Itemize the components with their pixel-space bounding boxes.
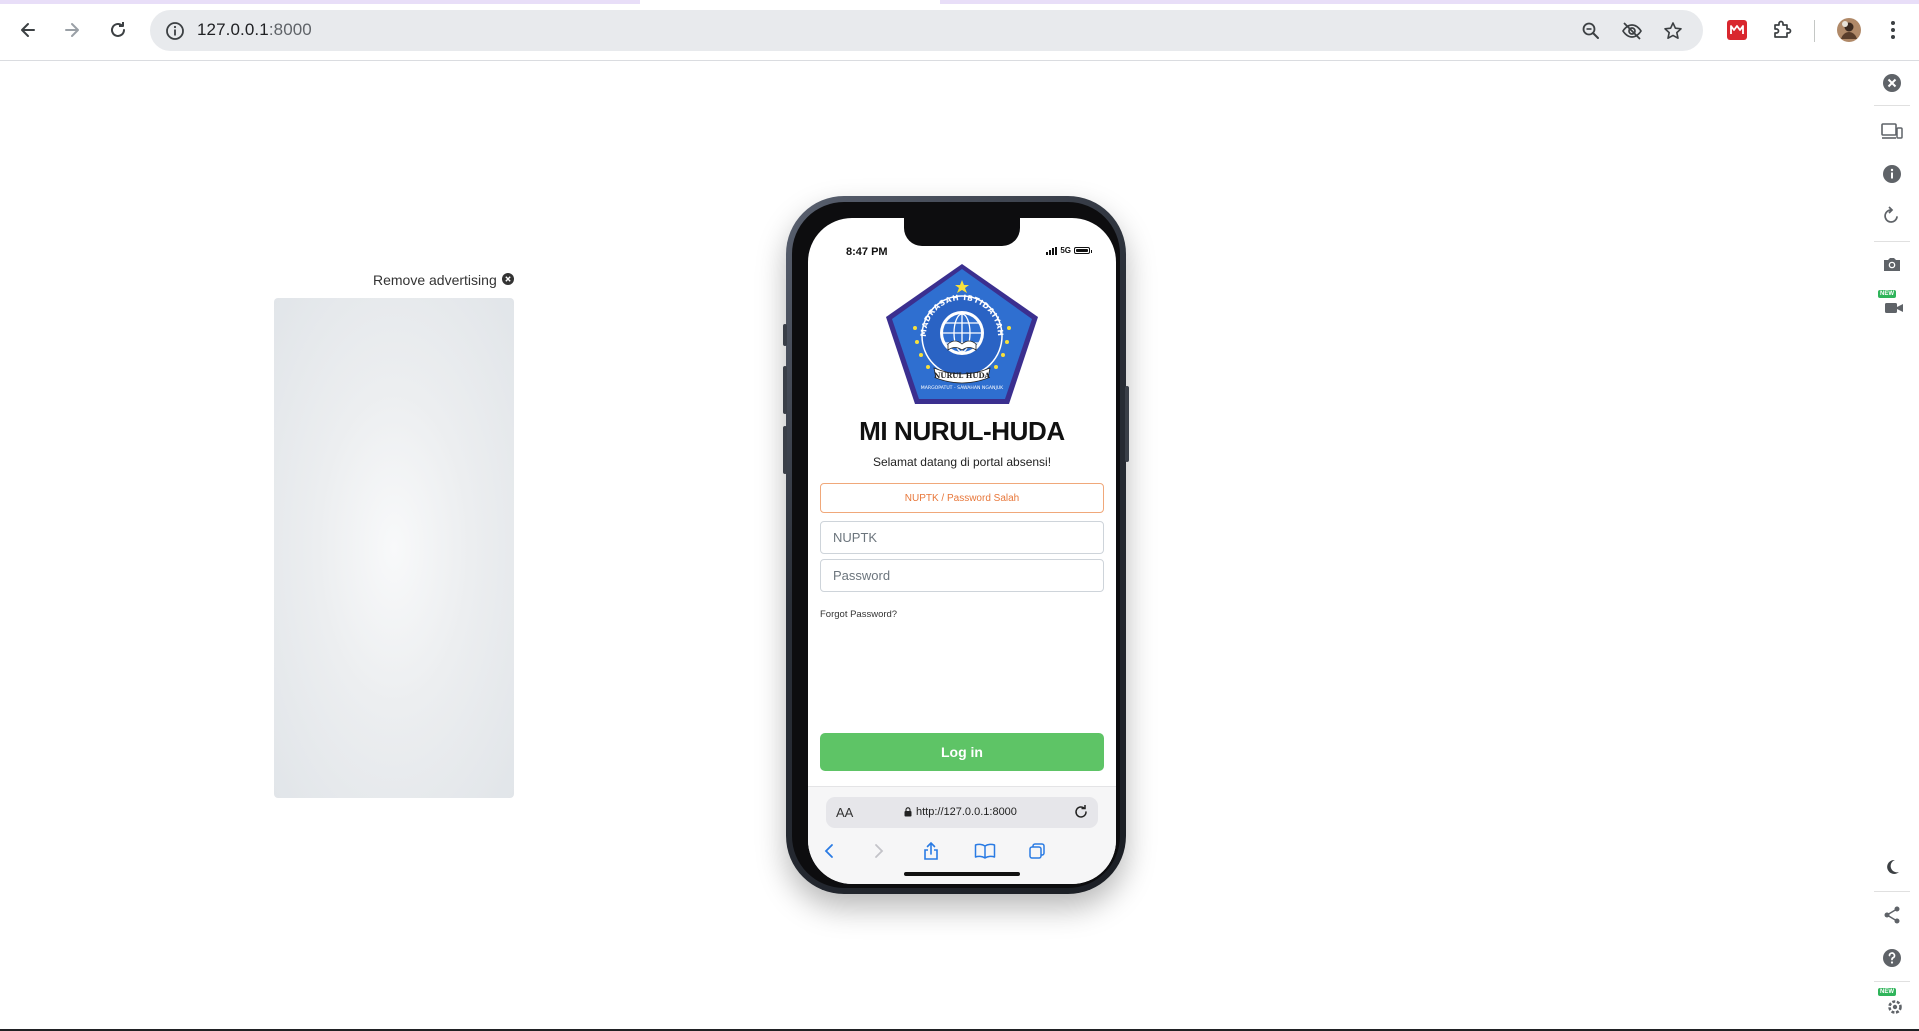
lock-icon [904,807,912,817]
reload-icon[interactable] [102,14,134,46]
safari-address-bar[interactable]: AA http://127.0.0.1:8000 [826,797,1098,828]
nuptk-input[interactable] [820,521,1104,554]
login-button[interactable]: Log in [820,733,1104,771]
phone-screen: 8:47 PM 5G MADRASAH IBTIDAIYAH NURUL HUD… [808,218,1116,884]
dark-mode-icon[interactable] [1878,853,1906,881]
devices-icon[interactable] [1878,117,1906,145]
url-host: 127.0.0.1 [197,20,269,39]
phone-frame: 8:47 PM 5G MADRASAH IBTIDAIYAH NURUL HUD… [783,196,1129,894]
close-icon[interactable] [1878,69,1906,97]
safari-reload-icon[interactable] [1072,803,1090,821]
welcome-text: Selamat datang di portal absensi! [872,455,1052,469]
url-text[interactable]: 127.0.0.1:8000 [197,20,312,40]
advertisement-placeholder [274,298,514,798]
browser-toolbar: 127.0.0.1:8000 [0,0,1919,61]
error-alert: NUPTK / Password Salah [820,483,1104,513]
safari-url-text: http://127.0.0.1:8000 [916,806,1017,818]
rotate-icon[interactable] [1878,202,1906,230]
settings-new-icon[interactable]: NEW [1878,988,1906,1016]
new-badge-settings: NEW [1878,988,1896,996]
close-circle-icon[interactable] [501,272,514,288]
logo-ribbon-text: NURUL HUDA [934,371,991,380]
zoom-icon[interactable] [1578,18,1604,44]
safari-tabs-icon[interactable] [1026,840,1048,862]
new-badge: NEW [1878,290,1896,298]
site-info-icon[interactable] [162,18,188,44]
battery-icon [1074,247,1092,254]
network-label: 5G [1060,246,1071,255]
back-arrow-icon[interactable] [12,14,44,46]
school-logo: MADRASAH IBTIDAIYAH NURUL HUDA MARGOPATU… [886,264,1038,404]
notch [904,218,1020,246]
star-icon[interactable] [1660,18,1686,44]
url-port: :8000 [268,20,312,39]
help-icon[interactable] [1878,944,1906,972]
share-icon[interactable] [1878,901,1906,929]
video-new-icon[interactable]: NEW [1878,290,1906,318]
forward-arrow-icon[interactable] [56,14,88,46]
kebab-menu-icon[interactable] [1878,15,1908,45]
profile-avatar[interactable] [1834,15,1864,45]
extension-red-icon[interactable] [1722,15,1752,45]
logo-bottom-text: MARGOPATUT - SAWAHAN NGANJUK [921,385,1004,391]
safari-back-icon[interactable] [818,840,840,862]
safari-url: http://127.0.0.1:8000 [904,806,1017,818]
status-time: 8:47 PM [846,246,888,258]
text-size-button[interactable]: AA [836,805,853,820]
school-title: MI NURUL-HUDA [859,416,1065,446]
address-bar[interactable]: 127.0.0.1:8000 [150,10,1703,51]
forgot-password-link[interactable]: Forgot Password? [820,609,897,620]
camera-icon[interactable] [1878,250,1906,278]
puzzle-icon[interactable] [1767,15,1797,45]
safari-bookmarks-icon[interactable] [974,840,996,862]
password-input[interactable] [820,559,1104,592]
signal-icon [1046,246,1058,255]
safari-forward-icon[interactable] [868,840,890,862]
safari-toolbar: AA http://127.0.0.1:8000 [808,786,1116,884]
home-indicator [904,872,1020,876]
safari-share-icon[interactable] [920,840,942,862]
info-icon[interactable] [1878,160,1906,188]
status-indicators: 5G [1046,246,1092,255]
extension-side-panel: NEW NEW [1866,61,1919,1031]
eye-off-icon[interactable] [1619,18,1645,44]
tab-strip [0,0,1919,4]
remove-advertising-label: Remove advertising [373,272,497,288]
remove-advertising-link[interactable]: Remove advertising [373,272,514,288]
